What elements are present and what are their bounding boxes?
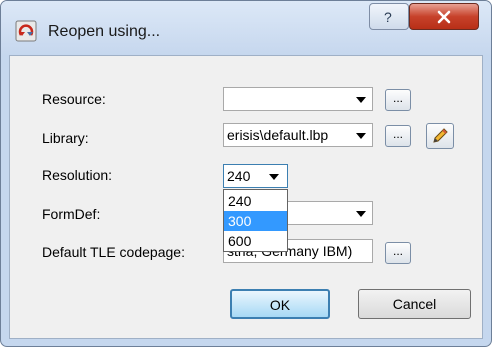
codepage-label: Default TLE codepage: bbox=[42, 244, 185, 260]
ok-button[interactable]: OK bbox=[230, 289, 330, 319]
help-button[interactable]: ? bbox=[369, 3, 409, 30]
resolution-option[interactable]: 600 bbox=[224, 231, 287, 251]
resolution-combo[interactable]: 240 bbox=[223, 164, 288, 188]
library-combo[interactable]: erisis\default.lbp bbox=[223, 123, 373, 147]
library-edit-button[interactable] bbox=[426, 123, 454, 149]
cancel-button[interactable]: Cancel bbox=[358, 289, 471, 319]
resolution-option-highlighted[interactable]: 300 bbox=[224, 211, 287, 231]
resolution-dropdown-list[interactable]: 240 300 600 bbox=[223, 189, 288, 252]
resource-combo[interactable] bbox=[223, 87, 373, 111]
pencil-icon bbox=[433, 128, 448, 143]
window-title: Reopen using... bbox=[48, 23, 161, 40]
reopen-app-icon bbox=[15, 20, 37, 42]
dropdown-arrow-icon bbox=[356, 211, 366, 217]
resolution-label: Resolution: bbox=[42, 167, 113, 183]
resolution-value: 240 bbox=[227, 168, 251, 184]
close-button[interactable] bbox=[409, 3, 479, 30]
close-icon bbox=[437, 10, 451, 23]
dropdown-arrow-icon bbox=[269, 174, 279, 180]
dropdown-arrow-icon bbox=[356, 97, 366, 103]
resolution-option[interactable]: 240 bbox=[224, 191, 287, 211]
title-bar[interactable]: Reopen using... ? bbox=[1, 1, 491, 55]
reopen-dialog: Reopen using... ? Resource: ... Library:… bbox=[0, 0, 492, 347]
library-browse-button[interactable]: ... bbox=[385, 125, 411, 147]
svg-text:?: ? bbox=[384, 9, 392, 25]
formdef-label: FormDef: bbox=[42, 206, 101, 222]
resource-browse-button[interactable]: ... bbox=[385, 89, 411, 111]
help-icon: ? bbox=[384, 9, 392, 25]
library-value: erisis\default.lbp bbox=[227, 127, 329, 143]
library-label: Library: bbox=[42, 130, 89, 146]
dropdown-arrow-icon bbox=[356, 133, 366, 139]
codepage-browse-button[interactable]: ... bbox=[385, 242, 411, 264]
resource-label: Resource: bbox=[42, 91, 106, 107]
